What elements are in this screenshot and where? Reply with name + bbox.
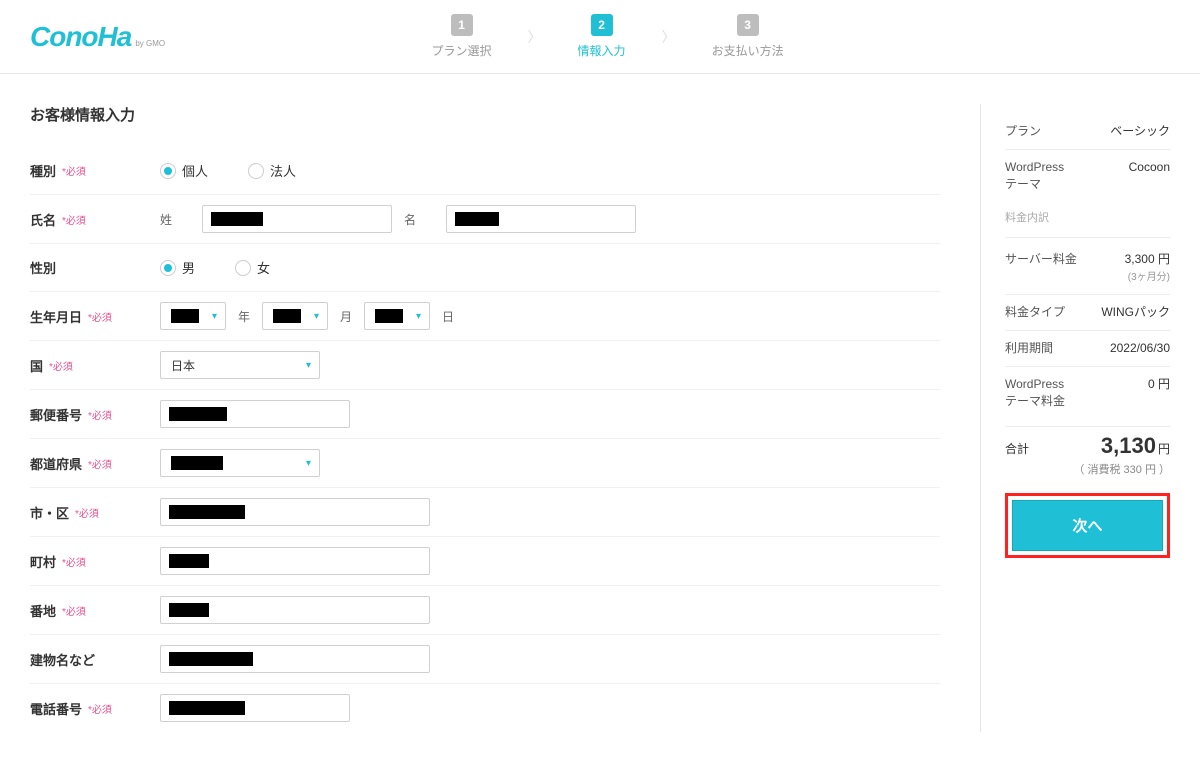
gender-male-radio[interactable]: 男 bbox=[160, 258, 195, 277]
sb-tax: （ 消費税 330 円 ） bbox=[1005, 461, 1170, 477]
sb-theme-value: Cocoon bbox=[1129, 159, 1170, 176]
sb-period-value: 2022/06/30 bbox=[1110, 340, 1170, 357]
logo[interactable]: ConoHaby GMO bbox=[30, 21, 165, 53]
gender-label: 性別 bbox=[30, 258, 56, 277]
street-label: 番地 bbox=[30, 601, 56, 620]
firstname-input[interactable] bbox=[446, 205, 636, 233]
chevron-down-icon: ▾ bbox=[306, 360, 311, 371]
birth-label: 生年月日 bbox=[30, 307, 82, 326]
birth-year-select[interactable]: ▾ bbox=[160, 302, 226, 330]
town-input[interactable] bbox=[160, 547, 430, 575]
lastname-input[interactable] bbox=[202, 205, 392, 233]
section-title: お客様情報入力 bbox=[30, 104, 940, 125]
chevron-right-icon: 〉 bbox=[528, 27, 542, 47]
name-label: 氏名 bbox=[30, 210, 56, 229]
sb-total-value: 3,130円 bbox=[1101, 433, 1170, 459]
building-input[interactable] bbox=[160, 645, 430, 673]
country-select[interactable]: 日本▾ bbox=[160, 351, 320, 379]
town-label: 町村 bbox=[30, 552, 56, 571]
street-input[interactable] bbox=[160, 596, 430, 624]
step-3: 3 お支払い方法 bbox=[712, 14, 784, 59]
step-1: 1 プラン選択 bbox=[432, 14, 492, 59]
sb-plan-value: ベーシック bbox=[1110, 123, 1170, 140]
order-summary: プラン ベーシック WordPress テーマ Cocoon 料金内訳 サーバー… bbox=[980, 104, 1170, 732]
chevron-down-icon: ▾ bbox=[416, 311, 421, 322]
birth-month-select[interactable]: ▾ bbox=[262, 302, 328, 330]
prefecture-label: 都道府県 bbox=[30, 454, 82, 473]
type-personal-radio[interactable]: 個人 bbox=[160, 161, 208, 180]
sb-server-label: サーバー料金 bbox=[1005, 251, 1077, 268]
country-label: 国 bbox=[30, 356, 43, 375]
postal-label: 郵便番号 bbox=[30, 405, 82, 424]
phone-input[interactable] bbox=[160, 694, 350, 722]
next-button[interactable]: 次へ bbox=[1012, 500, 1163, 551]
sb-feetype-label: 料金タイプ bbox=[1005, 304, 1065, 321]
birth-day-select[interactable]: ▾ bbox=[364, 302, 430, 330]
progress-steps: 1 プラン選択 〉 2 情報入力 〉 3 お支払い方法 bbox=[432, 14, 784, 59]
chevron-down-icon: ▾ bbox=[314, 311, 319, 322]
city-label: 市・区 bbox=[30, 503, 69, 522]
type-label: 種別 bbox=[30, 161, 56, 180]
gender-female-radio[interactable]: 女 bbox=[235, 258, 270, 277]
next-button-highlight: 次へ bbox=[1005, 493, 1170, 558]
sb-period-label: 利用期間 bbox=[1005, 340, 1053, 357]
sb-plan-label: プラン bbox=[1005, 123, 1041, 140]
postal-input[interactable] bbox=[160, 400, 350, 428]
sb-wpfee-label: WordPress テーマ料金 bbox=[1005, 376, 1065, 410]
building-label: 建物名など bbox=[30, 650, 95, 669]
phone-label: 電話番号 bbox=[30, 699, 82, 718]
chevron-down-icon: ▾ bbox=[212, 311, 217, 322]
sb-server-value: 3,300 円(3ヶ月分) bbox=[1125, 251, 1170, 285]
chevron-right-icon: 〉 bbox=[662, 27, 676, 47]
sb-detail-heading: 料金内訳 bbox=[1005, 201, 1170, 233]
type-corporate-radio[interactable]: 法人 bbox=[248, 161, 296, 180]
chevron-down-icon: ▾ bbox=[306, 458, 311, 469]
sb-wpfee-value: 0 円 bbox=[1148, 376, 1170, 393]
sb-feetype-value: WINGパック bbox=[1101, 304, 1170, 321]
step-2: 2 情報入力 bbox=[578, 14, 626, 59]
sb-total-label: 合計 bbox=[1005, 440, 1029, 457]
prefecture-select[interactable]: ▾ bbox=[160, 449, 320, 477]
city-input[interactable] bbox=[160, 498, 430, 526]
sb-theme-label: WordPress テーマ bbox=[1005, 159, 1064, 193]
